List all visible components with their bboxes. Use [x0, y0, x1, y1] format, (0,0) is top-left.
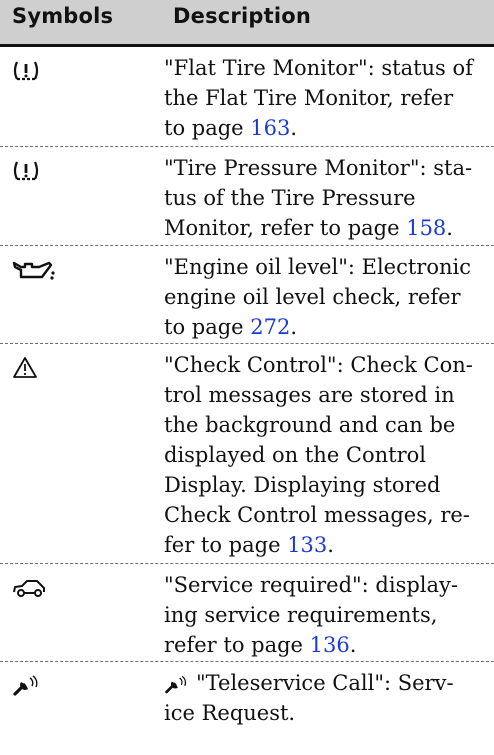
- tire-pressure-warning-icon: [12, 59, 72, 85]
- table-row: "Tire Pressure Monitor": sta- tus of the…: [0, 147, 494, 246]
- row-description: "Tire Pressure Monitor": sta- tus of the…: [164, 156, 473, 240]
- row-description: "Teleservice Call": Serv- ice Request.: [164, 671, 454, 725]
- row-description: "Engine oil level": Electronic engine oi…: [164, 255, 471, 339]
- row-description: "Service required": display- ing service…: [164, 573, 458, 657]
- teleservice-wrench-icon: [164, 674, 190, 696]
- page-link[interactable]: 163: [250, 116, 290, 140]
- tire-pressure-warning-icon: [12, 159, 72, 185]
- table-row: "Teleservice Call": Serv- ice Request.: [0, 662, 494, 755]
- page-link[interactable]: 133: [287, 533, 327, 557]
- page-link[interactable]: 158: [406, 216, 446, 240]
- warning-triangle-icon: [12, 356, 72, 382]
- car-service-icon: [12, 576, 72, 602]
- table-row: "Flat Tire Monitor": status of the Flat …: [0, 47, 494, 147]
- page-link[interactable]: 136: [310, 633, 350, 657]
- table-row: "Service required": display- ing service…: [0, 564, 494, 662]
- page-link[interactable]: 272: [250, 315, 290, 339]
- header-symbols: Symbols: [12, 4, 114, 28]
- header-description: Description: [173, 4, 312, 28]
- row-description: "Check Control": Check Con- trol message…: [164, 353, 473, 557]
- table-row: "Check Control": Check Con- trol message…: [0, 344, 494, 564]
- table-header: Symbols Description: [0, 0, 494, 47]
- teleservice-wrench-icon: [12, 674, 72, 700]
- oil-can-icon: [12, 258, 72, 284]
- row-description: "Flat Tire Monitor": status of the Flat …: [164, 56, 473, 140]
- table-row: "Engine oil level": Electronic engine oi…: [0, 246, 494, 344]
